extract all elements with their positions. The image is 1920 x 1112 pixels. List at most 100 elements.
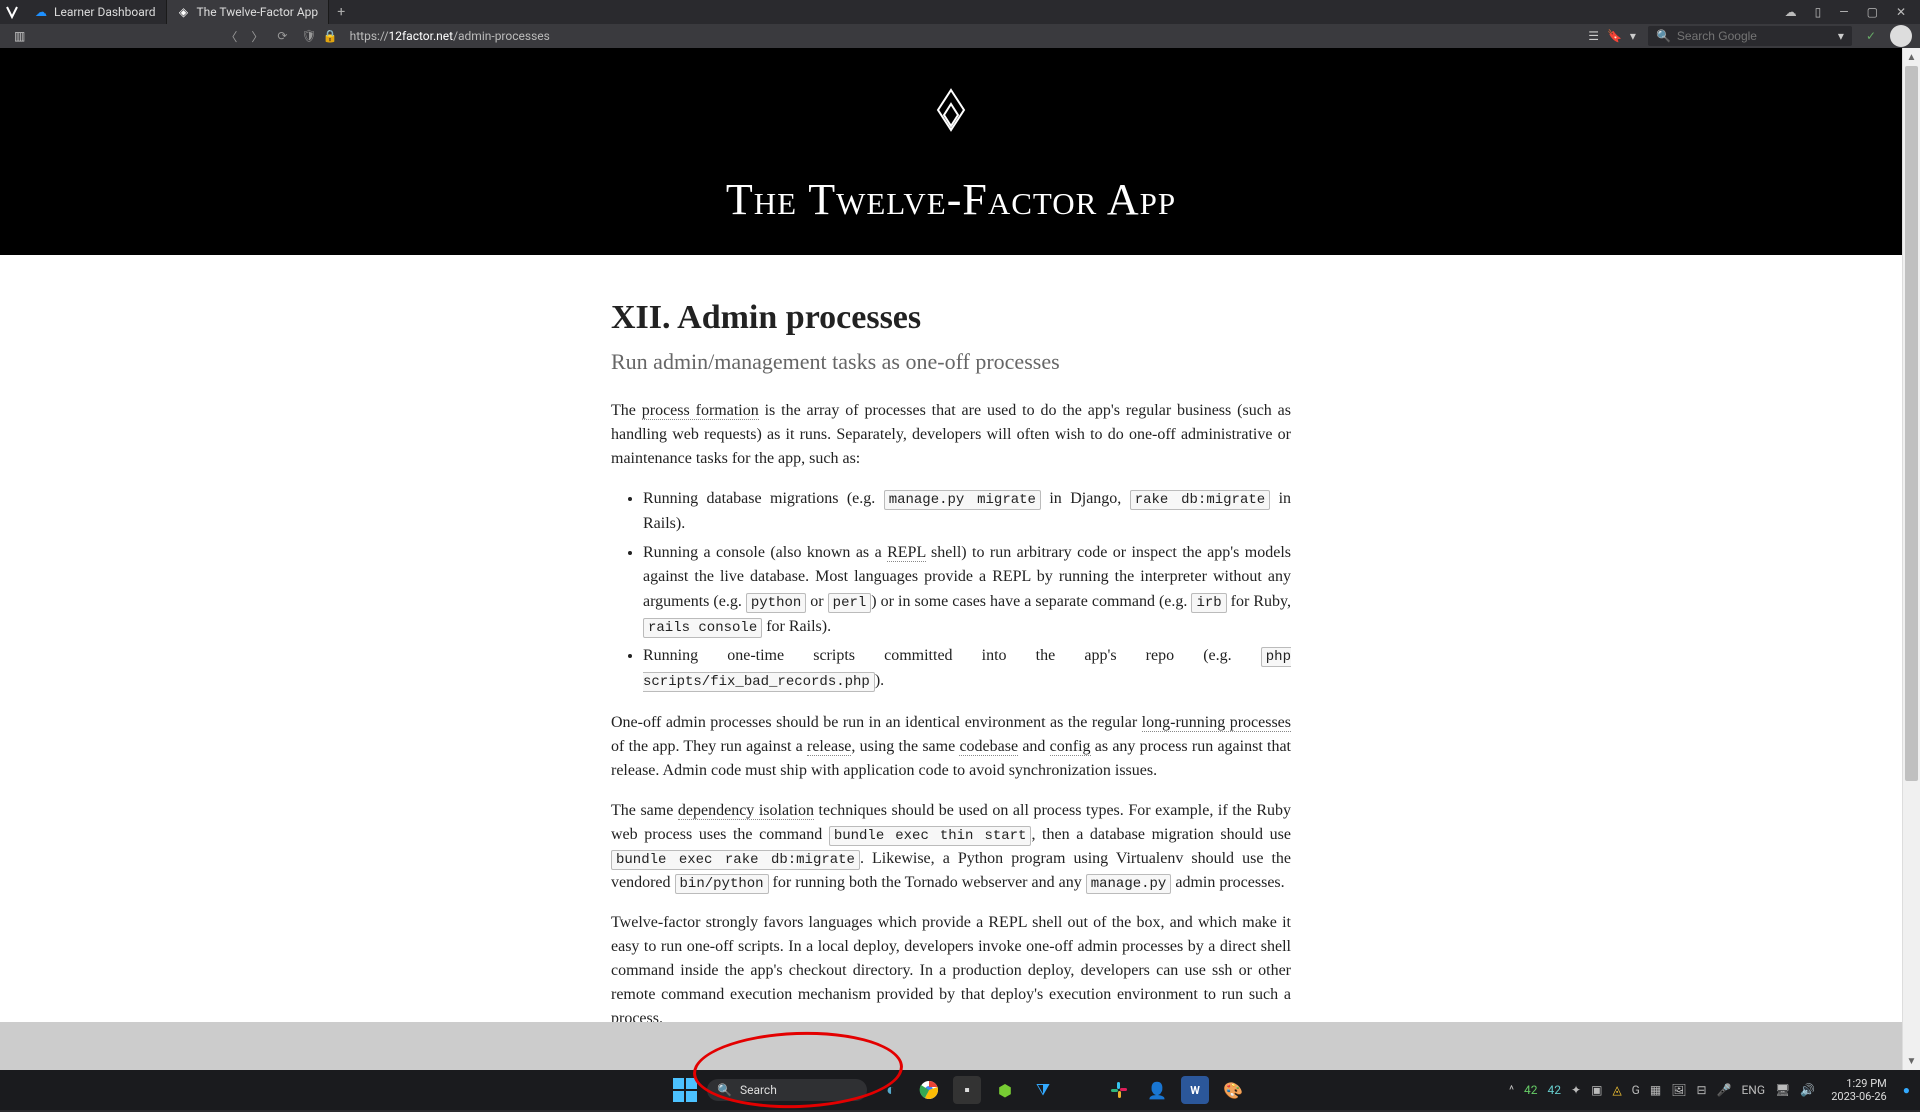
code-snippet: manage.py migrate xyxy=(884,490,1041,510)
page-subtitle: Run admin/management tasks as one-off pr… xyxy=(611,349,1291,375)
scroll-down-icon[interactable]: ▼ xyxy=(1903,1052,1920,1070)
search-input[interactable] xyxy=(1677,29,1832,43)
reload-button[interactable]: ⟳ xyxy=(275,27,289,45)
maximize-button[interactable]: ▢ xyxy=(1865,3,1880,21)
scrollbar-thumb[interactable] xyxy=(1905,66,1918,781)
tab-label: Learner Dashboard xyxy=(54,5,156,19)
search-box[interactable]: 🔍 ▾ xyxy=(1648,26,1852,46)
site-title[interactable]: The Twelve-Factor App xyxy=(0,174,1902,225)
volume-icon[interactable]: 🔊 xyxy=(1800,1083,1815,1097)
link-repl[interactable]: REPL xyxy=(887,544,926,562)
browser-titlebar: ☁ Learner Dashboard ◈ The Twelve-Factor … xyxy=(0,0,1920,24)
app-icon[interactable]: ⬢ xyxy=(991,1076,1019,1104)
link-release[interactable]: release xyxy=(807,738,851,756)
page-heading: XII. Admin processes xyxy=(611,299,1291,337)
lock-icon[interactable]: 🔒 xyxy=(323,29,338,43)
site-logo-icon[interactable] xyxy=(934,88,968,154)
list-item: Running a console (also known as a REPL … xyxy=(643,541,1291,640)
tab-strip: ☁ Learner Dashboard ◈ The Twelve-Factor … xyxy=(24,0,353,24)
word-icon[interactable]: W xyxy=(1181,1076,1209,1104)
url-text: https://12factor.net/admin-processes xyxy=(350,29,550,43)
code-snippet: perl xyxy=(828,593,872,613)
app-icon[interactable]: 👤 xyxy=(1143,1076,1171,1104)
app-icon[interactable]: 🎨 xyxy=(1219,1076,1247,1104)
nav-buttons: 〈 〉 ⟳ xyxy=(217,26,295,47)
scroll-up-icon[interactable]: ▲ xyxy=(1903,48,1920,66)
app-icon[interactable] xyxy=(1067,1076,1095,1104)
chevron-up-icon[interactable]: ^ xyxy=(1509,1083,1514,1097)
list-item: Running database migrations (e.g. manage… xyxy=(643,487,1291,537)
tray-icon[interactable]: ⊟ xyxy=(1696,1083,1706,1097)
search-icon: 🔍 xyxy=(717,1083,732,1097)
forward-button[interactable]: 〉 xyxy=(249,26,265,47)
language-indicator[interactable]: ENG xyxy=(1741,1083,1765,1097)
code-snippet: rake db:migrate xyxy=(1130,490,1270,510)
weather-icon[interactable]: 42 xyxy=(1524,1083,1538,1097)
system-tray: ^ 42 42 ✦ ▣ ◬ G ▦ 🖼 ⊟ 🎤 ENG 🖥 🔊 1:29 PM … xyxy=(1509,1077,1920,1103)
time-label: 1:29 PM xyxy=(1831,1077,1887,1090)
panel-toggle-icon[interactable]: ▥ xyxy=(8,29,31,43)
taskbar-center: 🔍 Search ◐ ▪ ⬢ ⧩ 👤 W 🎨 xyxy=(673,1076,1247,1104)
vertical-scrollbar[interactable]: ▲ ▼ xyxy=(1902,48,1920,1070)
start-button[interactable] xyxy=(673,1078,697,1102)
paragraph-3: The same dependency isolation techniques… xyxy=(611,799,1291,895)
paragraph-2: One-off admin processes should be run in… xyxy=(611,711,1291,783)
tray-icon[interactable]: 42 xyxy=(1548,1083,1562,1097)
date-label: 2023-06-26 xyxy=(1831,1090,1887,1103)
notifications-icon[interactable]: ● xyxy=(1903,1083,1910,1097)
tray-icon[interactable]: ◬ xyxy=(1612,1083,1621,1097)
slack-icon[interactable] xyxy=(1105,1076,1133,1104)
link-codebase[interactable]: codebase xyxy=(959,738,1018,756)
check-icon[interactable]: ✓ xyxy=(1858,29,1884,43)
search-label: Search xyxy=(740,1083,777,1097)
shield-icon[interactable]: 🛡 xyxy=(301,29,316,43)
diamond-icon: ◈ xyxy=(177,5,191,19)
task-list: Running database migrations (e.g. manage… xyxy=(643,487,1291,693)
chevron-down-icon[interactable]: ▾ xyxy=(1838,29,1844,43)
link-config[interactable]: config xyxy=(1050,738,1091,756)
link-dependency-isolation[interactable]: dependency isolation xyxy=(678,802,814,820)
taskbar-clock[interactable]: 1:29 PM 2023-06-26 xyxy=(1825,1077,1893,1103)
new-tab-button[interactable]: + xyxy=(329,0,353,24)
url-field[interactable]: https://12factor.net/admin-processes xyxy=(344,29,1583,43)
panel-icon[interactable]: ▯ xyxy=(1813,3,1824,21)
webpage-viewport: The Twelve-Factor App XII. Admin process… xyxy=(0,48,1902,1070)
tab-learner-dashboard[interactable]: ☁ Learner Dashboard xyxy=(24,0,167,24)
taskbar-search[interactable]: 🔍 Search xyxy=(707,1079,867,1101)
cloud-sync-icon[interactable]: ☁ xyxy=(1783,3,1799,21)
bookmark-icon[interactable]: 🔖 xyxy=(1607,29,1622,43)
link-long-running[interactable]: long-running processes xyxy=(1142,714,1291,732)
avatar[interactable] xyxy=(1890,25,1912,47)
list-item: Running one-time scripts committed into … xyxy=(643,644,1291,694)
code-snippet: bin/python xyxy=(675,874,769,894)
network-icon[interactable]: 🖥 xyxy=(1775,1083,1790,1097)
tray-icon[interactable]: ▣ xyxy=(1591,1083,1602,1097)
terminal-icon[interactable]: ▪ xyxy=(953,1076,981,1104)
site-header: The Twelve-Factor App xyxy=(0,48,1902,255)
chrome-icon[interactable] xyxy=(915,1076,943,1104)
article-content: XII. Admin processes Run admin/managemen… xyxy=(611,299,1291,1031)
tab-twelve-factor[interactable]: ◈ The Twelve-Factor App xyxy=(167,0,330,24)
page-footer xyxy=(0,1022,1902,1070)
window-controls: ☁ ▯ — ▢ ✕ xyxy=(1783,3,1920,21)
vivaldi-logo-icon[interactable] xyxy=(0,0,24,24)
tray-icon[interactable]: ✦ xyxy=(1571,1083,1581,1097)
back-button[interactable]: 〈 xyxy=(223,26,239,47)
copilot-icon[interactable]: ◐ xyxy=(877,1076,905,1104)
code-snippet: bundle exec thin start xyxy=(829,826,1032,846)
address-bar: ▥ 〈 〉 ⟳ 🛡 🔒 https://12factor.net/admin-p… xyxy=(0,24,1920,48)
vscode-icon[interactable]: ⧩ xyxy=(1029,1076,1057,1104)
minimize-button[interactable]: — xyxy=(1837,3,1850,21)
close-button[interactable]: ✕ xyxy=(1894,3,1908,21)
microphone-icon[interactable]: 🎤 xyxy=(1717,1083,1732,1097)
tray-icon[interactable]: 🖼 xyxy=(1671,1083,1686,1097)
link-process-formation[interactable]: process formation xyxy=(642,402,759,420)
code-snippet: manage.py xyxy=(1086,874,1172,894)
reader-icon[interactable]: ☰ xyxy=(1588,29,1599,43)
tray-icon[interactable]: G xyxy=(1632,1083,1640,1097)
code-snippet: irb xyxy=(1191,593,1226,613)
dropdown-icon[interactable]: ▾ xyxy=(1630,29,1636,43)
code-snippet: bundle exec rake db:migrate xyxy=(611,850,860,870)
tray-icon[interactable]: ▦ xyxy=(1650,1083,1661,1097)
paragraph-1: The process formation is the array of pr… xyxy=(611,399,1291,471)
